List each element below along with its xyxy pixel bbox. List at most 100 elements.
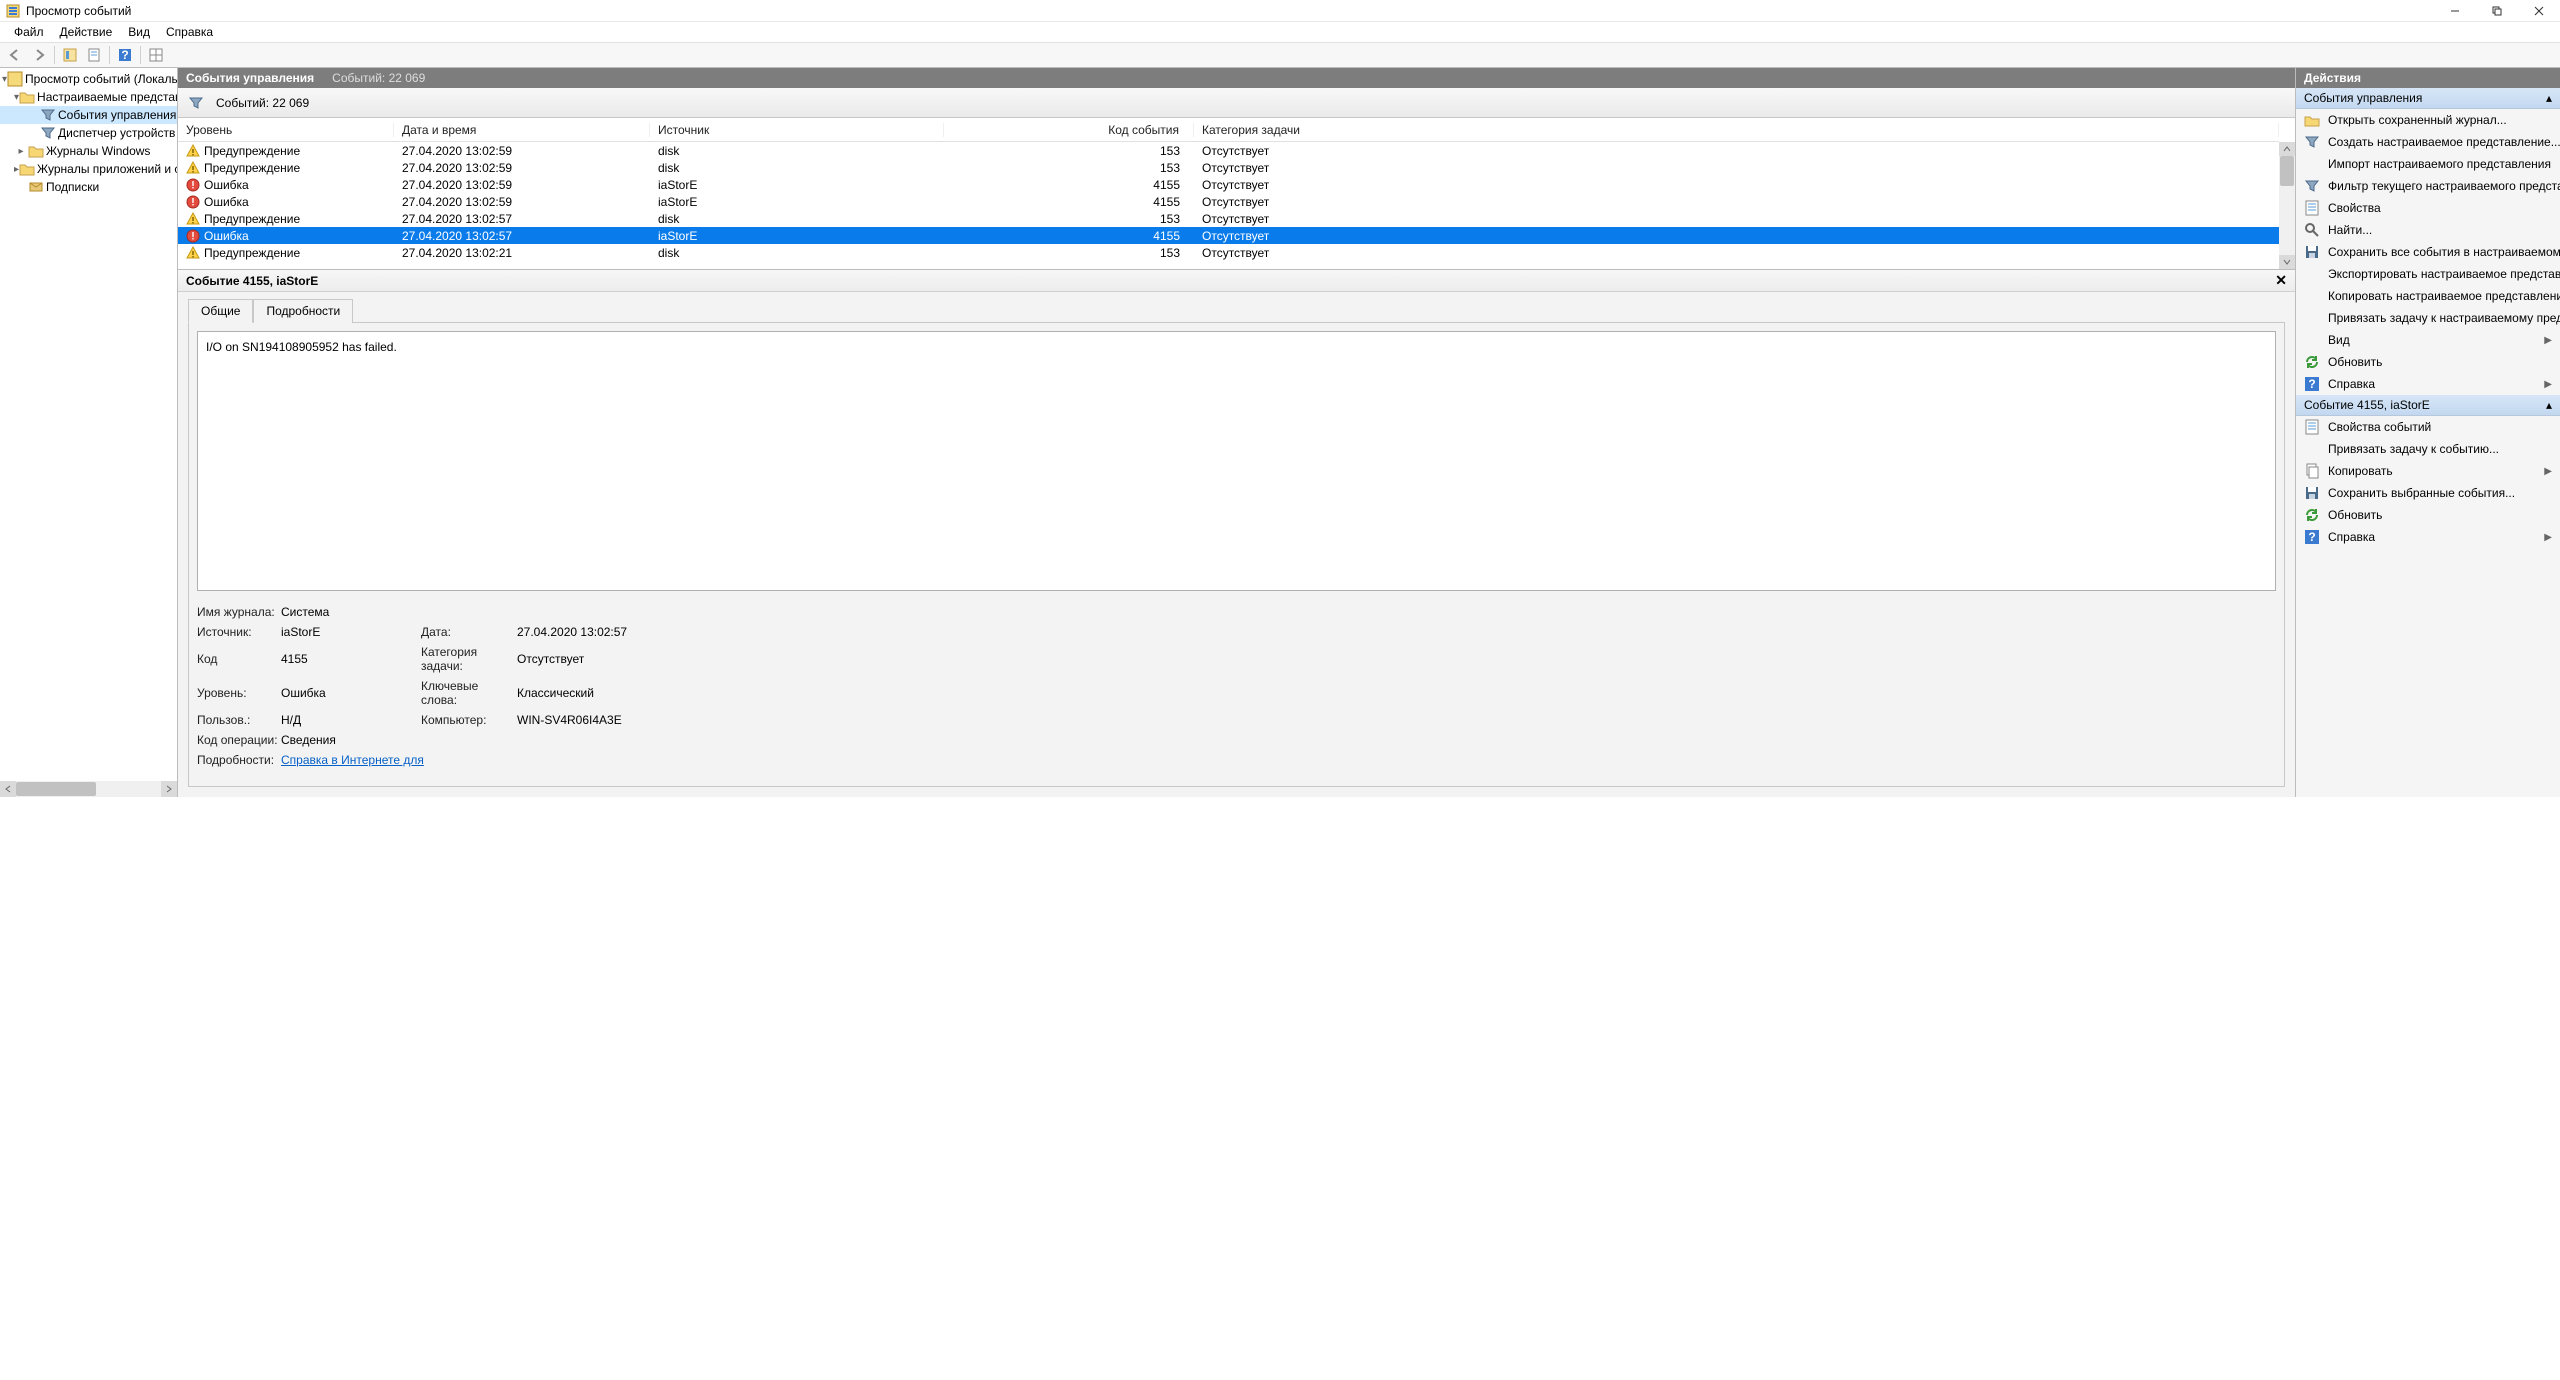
column-header-id[interactable]: Код события bbox=[944, 123, 1194, 137]
action-item[interactable]: Обновить bbox=[2296, 504, 2560, 526]
scrollbar-thumb[interactable] bbox=[2280, 156, 2294, 186]
table-row[interactable]: Предупреждение27.04.2020 13:02:21disk153… bbox=[178, 244, 2279, 261]
help-button[interactable]: ? bbox=[114, 44, 136, 66]
label-computer: Компьютер: bbox=[421, 713, 517, 727]
filter-icon[interactable] bbox=[188, 95, 204, 111]
tree-subscriptions[interactable]: Подписки bbox=[0, 178, 177, 196]
table-row[interactable]: Ошибка27.04.2020 13:02:59iaStorE4155Отсу… bbox=[178, 193, 2279, 210]
back-button[interactable] bbox=[4, 44, 26, 66]
scroll-up-button[interactable] bbox=[2279, 142, 2295, 156]
tree-device-manager[interactable]: Диспетчер устройств - Р bbox=[0, 124, 177, 142]
action-label: Свойства событий bbox=[2328, 420, 2431, 434]
tab-general[interactable]: Общие bbox=[188, 299, 253, 323]
actions-section-2-title: Событие 4155, iaStorE bbox=[2304, 398, 2430, 412]
folder-icon bbox=[19, 161, 35, 177]
close-button[interactable] bbox=[2518, 0, 2560, 22]
action-item[interactable]: Открыть сохраненный журнал... bbox=[2296, 109, 2560, 131]
menu-bar: Файл Действие Вид Справка bbox=[0, 22, 2560, 42]
events-vertical-scrollbar[interactable] bbox=[2279, 142, 2295, 269]
action-label: Копировать настраиваемое представление..… bbox=[2328, 289, 2560, 303]
action-label: Создать настраиваемое представление... bbox=[2328, 135, 2560, 149]
collapse-icon[interactable]: ▴ bbox=[2546, 91, 2552, 105]
event-properties-grid: Имя журнала: Система Источник: iaStorE Д… bbox=[197, 605, 2276, 767]
action-item[interactable]: Экспортировать настраиваемое представлен… bbox=[2296, 263, 2560, 285]
action-label: Справка bbox=[2328, 377, 2375, 391]
menu-help[interactable]: Справка bbox=[158, 23, 221, 41]
action-item[interactable]: Вид▶ bbox=[2296, 329, 2560, 351]
warning-icon bbox=[186, 161, 200, 175]
tree-windows-logs[interactable]: ▸ Журналы Windows bbox=[0, 142, 177, 160]
table-row[interactable]: Предупреждение27.04.2020 13:02:57disk153… bbox=[178, 210, 2279, 227]
cell-date: 27.04.2020 13:02:59 bbox=[394, 161, 650, 175]
action-item[interactable]: Сохранить все события в настраиваемом пр… bbox=[2296, 241, 2560, 263]
action-item[interactable]: Импорт настраиваемого представления bbox=[2296, 153, 2560, 175]
action-item[interactable]: Фильтр текущего настраиваемого представл… bbox=[2296, 175, 2560, 197]
layout-button[interactable] bbox=[145, 44, 167, 66]
actions-section-1-header[interactable]: События управления ▴ bbox=[2296, 88, 2560, 109]
table-row[interactable]: Ошибка27.04.2020 13:02:57iaStorE4155Отсу… bbox=[178, 227, 2279, 244]
action-item[interactable]: Копировать настраиваемое представление..… bbox=[2296, 285, 2560, 307]
label-keywords: Ключевые слова: bbox=[421, 679, 517, 707]
action-item[interactable]: Свойства событий bbox=[2296, 416, 2560, 438]
tree-horizontal-scrollbar[interactable] bbox=[0, 781, 177, 797]
scroll-left-button[interactable] bbox=[0, 781, 16, 797]
props-icon bbox=[2304, 419, 2320, 435]
menu-view[interactable]: Вид bbox=[120, 23, 158, 41]
scroll-right-button[interactable] bbox=[161, 781, 177, 797]
action-item[interactable]: Привязать задачу к событию... bbox=[2296, 438, 2560, 460]
expand-icon[interactable]: ▸ bbox=[14, 146, 28, 157]
cell-category: Отсутствует bbox=[1194, 195, 2279, 209]
cell-source: disk bbox=[650, 144, 944, 158]
action-item[interactable]: Найти... bbox=[2296, 219, 2560, 241]
detail-header: Событие 4155, iaStorE ✕ bbox=[178, 270, 2295, 292]
scroll-down-button[interactable] bbox=[2279, 255, 2295, 269]
forward-button[interactable] bbox=[28, 44, 50, 66]
collapse-icon[interactable]: ▴ bbox=[2546, 398, 2552, 412]
maximize-button[interactable] bbox=[2476, 0, 2518, 22]
action-item[interactable]: Создать настраиваемое представление... bbox=[2296, 131, 2560, 153]
detail-close-button[interactable]: ✕ bbox=[2275, 272, 2287, 289]
tree-custom-views[interactable]: ▾ Настраиваемые представлен bbox=[0, 88, 177, 106]
tree-app-logs[interactable]: ▸ Журналы приложений и слу bbox=[0, 160, 177, 178]
value-date: 27.04.2020 13:02:57 bbox=[517, 625, 657, 639]
column-header-source[interactable]: Источник bbox=[650, 123, 944, 137]
column-header-date[interactable]: Дата и время bbox=[394, 123, 650, 137]
value-level: Ошибка bbox=[281, 686, 421, 700]
column-header-level[interactable]: Уровень bbox=[178, 123, 394, 137]
action-item[interactable]: ?Справка▶ bbox=[2296, 373, 2560, 395]
menu-file[interactable]: Файл bbox=[6, 23, 52, 41]
details-help-link[interactable]: Справка в Интернете для bbox=[281, 753, 424, 767]
action-item[interactable]: Привязать задачу к настраиваемому предст… bbox=[2296, 307, 2560, 329]
minimize-button[interactable] bbox=[2434, 0, 2476, 22]
tree-root[interactable]: ▾ Просмотр событий (Локальный) bbox=[0, 70, 177, 88]
cell-date: 27.04.2020 13:02:59 bbox=[394, 144, 650, 158]
actions-section-2-header[interactable]: Событие 4155, iaStorE ▴ bbox=[2296, 395, 2560, 416]
scrollbar-thumb[interactable] bbox=[16, 782, 96, 796]
eventvwr-icon bbox=[7, 71, 23, 87]
toolbar-separator bbox=[109, 46, 110, 64]
table-row[interactable]: Предупреждение27.04.2020 13:02:59disk153… bbox=[178, 159, 2279, 176]
action-item[interactable]: Обновить bbox=[2296, 351, 2560, 373]
tree-admin-events[interactable]: События управления bbox=[0, 106, 177, 124]
column-header-category[interactable]: Категория задачи bbox=[1194, 123, 2279, 137]
label-details: Подробности: bbox=[197, 753, 281, 767]
help-icon: ? bbox=[2304, 376, 2320, 392]
tab-details[interactable]: Подробности bbox=[253, 299, 353, 323]
detail-title: Событие 4155, iaStorE bbox=[186, 274, 318, 288]
menu-action[interactable]: Действие bbox=[52, 23, 121, 41]
action-item[interactable]: Свойства bbox=[2296, 197, 2560, 219]
action-item[interactable]: Копировать▶ bbox=[2296, 460, 2560, 482]
action-label: Справка bbox=[2328, 530, 2375, 544]
show-tree-button[interactable] bbox=[59, 44, 81, 66]
cell-level: Ошибка bbox=[204, 178, 249, 192]
properties-button[interactable] bbox=[83, 44, 105, 66]
action-label: Открыть сохраненный журнал... bbox=[2328, 113, 2507, 127]
cell-level: Предупреждение bbox=[204, 161, 300, 175]
table-row[interactable]: Предупреждение27.04.2020 13:02:59disk153… bbox=[178, 142, 2279, 159]
action-item[interactable]: ?Справка▶ bbox=[2296, 526, 2560, 548]
action-label: Привязать задачу к настраиваемому предст… bbox=[2328, 311, 2560, 325]
table-row[interactable]: Ошибка27.04.2020 13:02:59iaStorE4155Отсу… bbox=[178, 176, 2279, 193]
cell-id: 153 bbox=[944, 161, 1194, 175]
action-item[interactable]: Сохранить выбранные события... bbox=[2296, 482, 2560, 504]
scrollbar-track[interactable] bbox=[16, 781, 161, 797]
